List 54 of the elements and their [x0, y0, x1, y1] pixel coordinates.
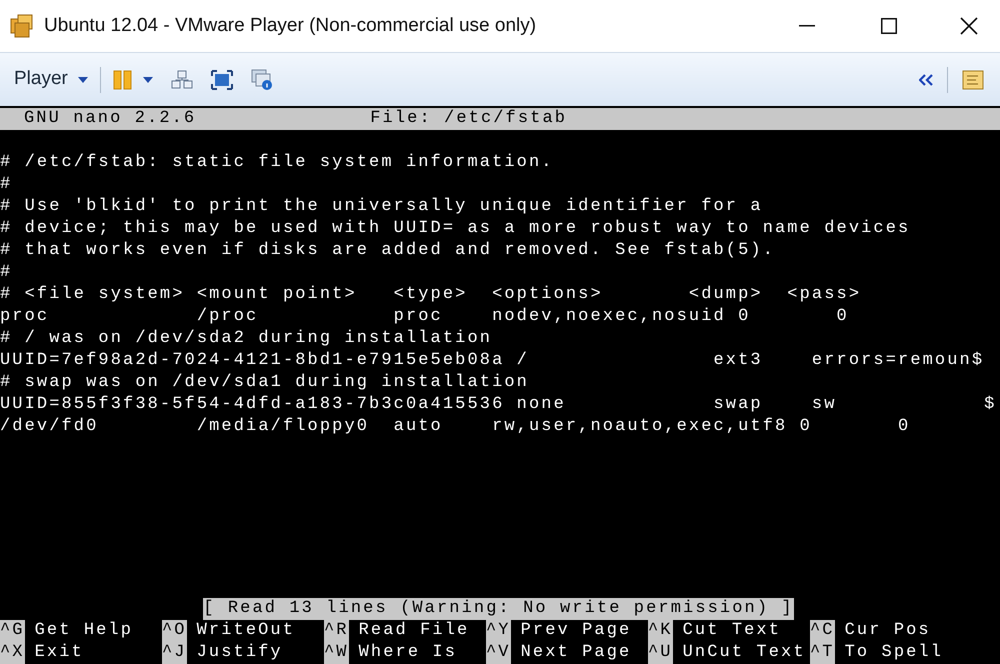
pause-icon [112, 70, 133, 90]
file-line: # device; this may be used with UUID= as a more robust way to name devices [0, 218, 910, 240]
file-line: UUID=855f3f38-5f54-4dfd-a183-7b3c0a415536 none swap sw $ [0, 394, 996, 416]
file-line: # that works even if disks are added and removed. See fstab(5). [0, 240, 776, 262]
shortcut-label: Read File [358, 620, 470, 642]
shortcut-key: ^T [810, 642, 835, 664]
collapse-icon[interactable] [919, 74, 933, 86]
shortcut-key: ^Y [486, 620, 511, 642]
window-title: Ubuntu 12.04 - VMware Player (Non-commercial use only) [44, 14, 536, 38]
shortcut-label: WriteOut [196, 620, 296, 642]
caret-icon [78, 76, 88, 82]
shortcut-label: To Spell [844, 642, 944, 664]
shortcut-key: ^V [486, 642, 511, 664]
shortcut-label: Prev Page [520, 620, 632, 642]
network-icon[interactable] [170, 70, 193, 90]
maximize-icon [881, 18, 897, 34]
shortcut-key: ^U [648, 642, 673, 664]
shortcut-key: ^C [810, 620, 835, 642]
shortcut-key: ^J [162, 642, 187, 664]
file-line: # [0, 174, 12, 196]
status-message: [ Read 13 lines (Warning: No write permission) ] [203, 598, 794, 620]
shortcut-key: ^R [324, 620, 349, 642]
shortcut-label: UnCut Text [682, 642, 806, 664]
shortcut-label: Get Help [34, 620, 134, 642]
file-line: # <file system> <mount point> <type> <options> <dump> <pass> [0, 284, 862, 306]
player-menu[interactable]: Player [14, 65, 88, 94]
editor-version: GNU nano 2.2.6 [24, 108, 196, 130]
file-line: # / was on /dev/sda2 during installation [0, 328, 492, 350]
shortcut-label: Where Is [358, 642, 458, 664]
shortcut-label: Justify [196, 642, 283, 664]
file-line: # Use 'blkid' to print the universally unique identifier for a [0, 196, 763, 218]
unity-icon[interactable] [250, 68, 273, 90]
file-line: proc /proc proc nodev,noexec,nosuid 0 0 [0, 306, 849, 328]
shortcut-label: Next Page [520, 642, 632, 664]
shortcut-label: Cut Text [682, 620, 782, 642]
file-line: # /etc/fstab: static file system information. [0, 152, 554, 174]
file-line: /dev/fd0 /media/floppy0 auto rw,user,noauto,exec,utf8 0 0 [0, 416, 910, 438]
shortcut-key: ^W [324, 642, 349, 664]
shortcut-key: ^X [0, 642, 25, 664]
notes-icon[interactable] [962, 70, 984, 90]
shortcut-key: ^O [162, 620, 187, 642]
file-name: File: /etc/fstab [370, 108, 568, 130]
shortcut-label: Cur Pos [844, 620, 931, 642]
shortcut-key: ^G [0, 620, 25, 642]
minimize-icon [799, 25, 815, 27]
file-line: # swap was on /dev/sda1 during installation [0, 372, 529, 394]
file-line: # [0, 262, 12, 284]
shortcut-label: Exit [34, 642, 84, 664]
shortcut-key: ^K [648, 620, 673, 642]
close-icon [960, 17, 978, 35]
fullscreen-icon[interactable] [210, 70, 233, 90]
file-line: UUID=7ef98a2d-7024-4121-8bd1-e7915e5eb08a / ext3 errors=remoun$ [0, 350, 984, 372]
pause-menu-button[interactable] [112, 70, 153, 90]
caret-icon [142, 76, 153, 82]
